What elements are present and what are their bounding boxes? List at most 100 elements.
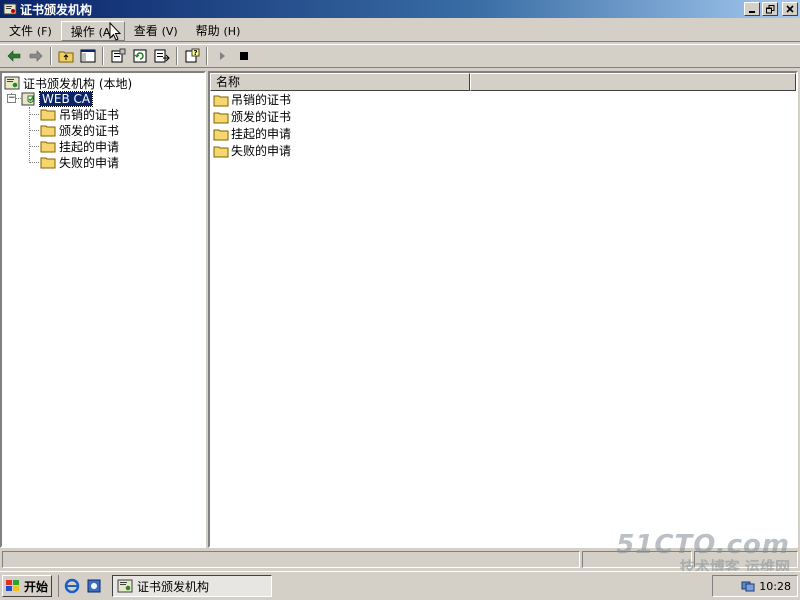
tree-connector — [29, 130, 39, 131]
title-bar: 证书颁发机构 — [0, 0, 800, 18]
properties-icon — [111, 48, 126, 63]
refresh-icon — [133, 49, 147, 63]
ca-server-icon — [21, 92, 35, 106]
menu-action-label: 操作 — [70, 24, 95, 39]
folder-icon — [213, 112, 229, 123]
tree-connector — [29, 107, 30, 161]
help-icon: ? — [185, 48, 200, 63]
menu-help-hotkey: (H) — [223, 24, 241, 38]
show-hide-tree-icon — [80, 49, 96, 63]
list-item-label: 失败的申请 — [231, 144, 292, 158]
windows-logo-icon — [6, 580, 19, 591]
menu-help-label: 帮助 — [195, 23, 220, 38]
list-item-label: 颁发的证书 — [231, 110, 292, 124]
properties-button[interactable] — [107, 45, 129, 67]
toolbar-separator — [50, 47, 52, 65]
back-button[interactable] — [3, 45, 25, 67]
watermark: 51CTO.com 技术博客 运维网 — [616, 530, 790, 577]
stop-service-button[interactable] — [233, 45, 255, 67]
svg-text:?: ? — [194, 49, 198, 57]
list-item-label: 吊销的证书 — [231, 93, 292, 107]
tree-connector — [29, 114, 39, 115]
column-header-name[interactable]: 名称 — [210, 73, 470, 91]
minimize-icon — [749, 11, 755, 13]
network-icon[interactable] — [741, 579, 755, 593]
tree-item-revoked[interactable]: 吊销的证书 — [40, 106, 119, 122]
list-item-label: 挂起的申请 — [231, 127, 292, 141]
menu-file-label: 文件 — [9, 23, 34, 38]
tree-item-pending[interactable]: 挂起的申请 — [40, 138, 119, 154]
up-folder-icon — [58, 51, 74, 63]
window-title: 证书颁发机构 — [20, 2, 93, 17]
system-tray: 10:28 — [712, 575, 798, 597]
list-item[interactable]: 失败的申请 — [213, 142, 291, 159]
menu-view[interactable]: 查看 (V) — [125, 21, 187, 41]
menu-view-hotkey: (V) — [161, 24, 178, 38]
stop-service-icon — [240, 52, 248, 60]
folder-icon — [40, 109, 56, 121]
show-hide-console-tree-button[interactable] — [77, 45, 99, 67]
certificate-authority-icon — [117, 579, 133, 593]
console-tree[interactable]: 证书颁发机构 (本地) − WEB CA 吊销的证书 颁发的证书 挂起的申请 失… — [0, 71, 206, 548]
refresh-button[interactable] — [129, 45, 151, 67]
help-button[interactable]: ? — [181, 45, 203, 67]
details-pane[interactable]: 名称 吊销的证书 颁发的证书 挂起的申请 失败的申请 — [208, 71, 798, 548]
list-item[interactable]: 颁发的证书 — [213, 108, 291, 125]
list-item[interactable]: 挂起的申请 — [213, 125, 291, 142]
tree-item-failed[interactable]: 失败的申请 — [40, 154, 119, 170]
taskbar: 开始 证书颁发机构 10:28 — [0, 571, 800, 600]
menu-file[interactable]: 文件 (F) — [0, 21, 61, 41]
start-button[interactable]: 开始 — [2, 575, 52, 597]
folder-icon — [40, 141, 56, 153]
forward-button[interactable] — [25, 45, 47, 67]
forward-arrow-icon — [29, 50, 43, 62]
toolbar: ? — [0, 44, 800, 68]
folder-icon — [213, 146, 229, 157]
status-panel-main — [2, 551, 580, 568]
tree-item-label: 吊销的证书 — [59, 107, 120, 122]
tree-ca-label: WEB CA — [38, 91, 94, 107]
folder-icon — [213, 129, 229, 140]
internet-explorer-icon[interactable] — [64, 578, 80, 594]
folder-icon — [40, 157, 56, 169]
start-service-button[interactable] — [211, 45, 233, 67]
certificate-authority-icon — [4, 76, 20, 90]
list-header: 名称 — [210, 73, 796, 91]
column-header-empty[interactable] — [470, 73, 796, 91]
menu-help[interactable]: 帮助 (H) — [187, 21, 250, 41]
folder-icon — [213, 95, 229, 106]
close-icon — [786, 5, 794, 13]
toolbar-separator — [206, 47, 208, 65]
start-service-icon — [220, 52, 225, 60]
restore-icon — [765, 4, 774, 13]
toolbar-separator — [102, 47, 104, 65]
mouse-cursor-icon — [109, 22, 121, 41]
tree-connector — [29, 146, 39, 147]
up-one-level-button[interactable] — [55, 45, 77, 67]
list-item[interactable]: 吊销的证书 — [213, 91, 291, 108]
close-button[interactable] — [782, 2, 798, 16]
tree-root-node[interactable]: 证书颁发机构 (本地) — [4, 75, 132, 91]
tree-root-label: 证书颁发机构 (本地) — [23, 76, 133, 91]
toolbar-separator — [176, 47, 178, 65]
show-desktop-icon[interactable] — [86, 578, 102, 594]
taskbar-window-button[interactable]: 证书颁发机构 — [112, 575, 272, 597]
certificate-authority-icon — [3, 3, 17, 15]
tree-item-label: 颁发的证书 — [59, 123, 120, 138]
export-list-button[interactable] — [151, 45, 173, 67]
tree-collapse-toggle[interactable]: − — [7, 94, 16, 103]
tree-item-issued[interactable]: 颁发的证书 — [40, 122, 119, 138]
clock[interactable]: 10:28 — [759, 580, 791, 593]
restore-button[interactable] — [762, 2, 778, 16]
quick-launch — [58, 575, 102, 597]
menu-view-label: 查看 — [133, 23, 158, 38]
tree-connector — [29, 162, 39, 163]
tree-item-label: 失败的申请 — [59, 155, 120, 170]
folder-icon — [40, 125, 56, 137]
minimize-button[interactable] — [744, 2, 760, 16]
tree-item-label: 挂起的申请 — [59, 139, 120, 154]
back-arrow-icon — [7, 50, 21, 62]
menu-file-hotkey: (F) — [36, 24, 52, 38]
start-label: 开始 — [24, 579, 49, 594]
taskbar-window-label: 证书颁发机构 — [137, 579, 210, 594]
